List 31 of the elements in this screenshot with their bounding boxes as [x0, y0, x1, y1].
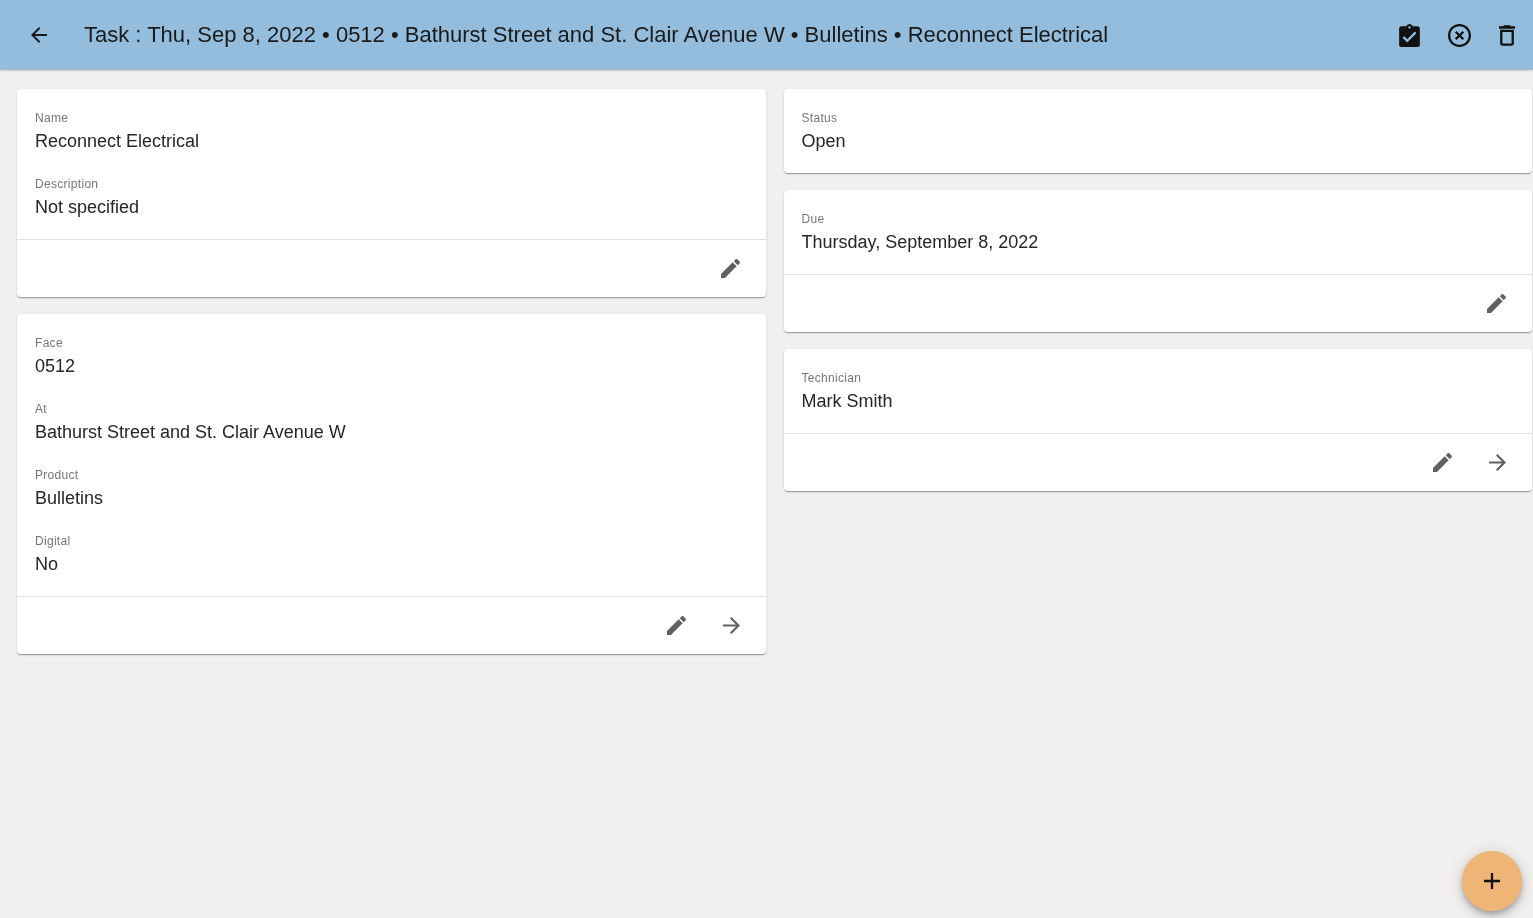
field-label: Due	[801, 211, 825, 227]
field-value: No	[35, 553, 58, 576]
pencil-icon	[1433, 453, 1452, 472]
field-value: Mark Smith	[801, 390, 893, 413]
plus-icon	[1484, 873, 1500, 889]
back-arrow-icon	[31, 27, 47, 43]
field-value: Thursday, September 8, 2022	[801, 231, 1039, 254]
field-label: Name	[35, 110, 69, 126]
circle-x-icon	[1448, 23, 1471, 47]
page-title: Task : Thu, Sep 8, 2022 • 0512 • Bathurst Street and St. Clair Avenue W • Bulletins • Reconnect Electrical	[84, 21, 1109, 49]
field-label: At	[35, 401, 47, 417]
field-value: Bathurst Street and St. Clair Avenue W	[35, 421, 346, 444]
pencil-icon	[720, 259, 740, 278]
field-label: Face	[35, 335, 63, 351]
pencil-icon	[666, 616, 686, 635]
field-label: Description	[35, 176, 99, 192]
trash-icon	[1499, 24, 1515, 46]
field-value: Bulletins	[35, 487, 104, 510]
clipboard-check-icon	[1399, 23, 1420, 47]
field-label: Product	[35, 467, 79, 483]
field-label: Digital	[35, 533, 71, 549]
field-value: Not specified	[35, 196, 140, 219]
field-value: 0512	[35, 355, 76, 378]
field-label: Technician	[801, 370, 862, 386]
field-value: Reconnect Electrical	[35, 130, 200, 153]
right-arrow-icon	[1489, 454, 1506, 471]
right-arrow-icon	[722, 617, 740, 634]
add-button[interactable]	[1462, 851, 1522, 911]
field-label: Status	[801, 110, 838, 126]
pencil-icon	[1487, 294, 1506, 313]
field-value: Open	[801, 130, 846, 153]
